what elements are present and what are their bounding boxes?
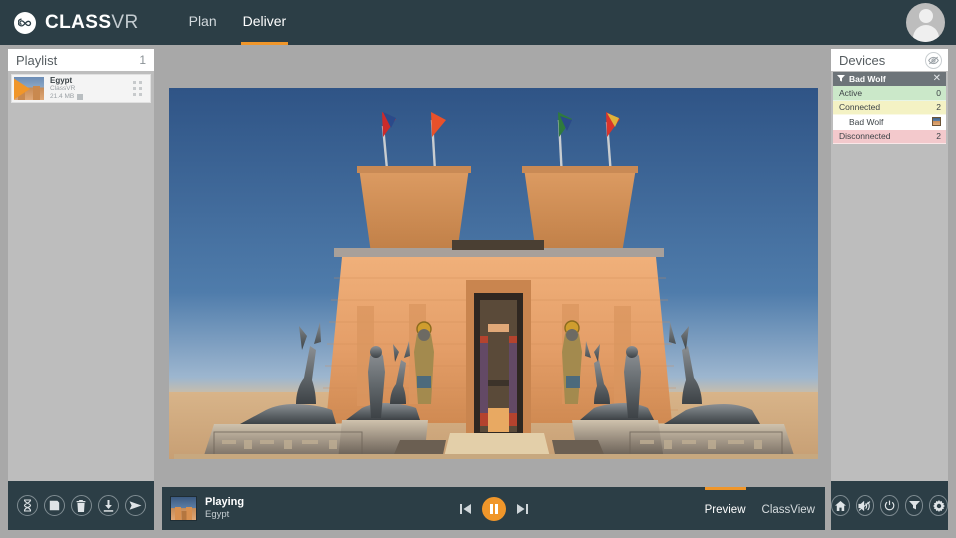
device-row-label: Bad Wolf (849, 116, 884, 127)
play-icon[interactable] (14, 77, 30, 100)
funnel-icon[interactable] (837, 74, 845, 84)
classvr-app: CLASSVR Plan Deliver Playlist 1 Egypt Cl… (0, 0, 956, 538)
drag-handle-icon[interactable] (128, 81, 146, 96)
viewer-panel: Playing Egypt Preview ClassView (162, 49, 825, 530)
device-group-header: Bad Wolf ✕ (833, 72, 946, 86)
player-title: Egypt (205, 509, 230, 520)
playlist-item-size-row: 21.4 MB (50, 93, 128, 101)
pause-button[interactable] (481, 496, 506, 521)
temple-illustration (173, 112, 818, 459)
send-icon[interactable] (124, 495, 146, 516)
device-group-name: Bad Wolf (849, 74, 886, 84)
playlist-title: Playlist (16, 52, 58, 68)
close-icon[interactable]: ✕ (933, 74, 941, 84)
filter-icon[interactable] (904, 495, 924, 516)
player-tabs: Preview ClassView (689, 487, 815, 530)
scene-stage[interactable] (169, 88, 818, 459)
device-row-connected[interactable]: Connected 2 (833, 100, 946, 115)
nav-item-deliver[interactable]: Deliver (240, 0, 289, 45)
power-icon[interactable] (880, 495, 899, 516)
playlist-header: Playlist 1 (8, 49, 154, 71)
playlist-toolbar (8, 481, 154, 530)
mute-icon[interactable] (855, 495, 875, 516)
playlist-item-source: ClassVR (50, 85, 76, 92)
player-status: Playing (205, 496, 245, 508)
egypt-temple-scene (173, 88, 818, 459)
playlist-item-name: Egypt (50, 76, 73, 85)
playlist-item-thumbnail (14, 77, 44, 100)
thumb-pylon-right (33, 86, 40, 100)
app-header: CLASSVR Plan Deliver (0, 0, 956, 45)
devices-header: Devices (831, 49, 948, 71)
brand-bold: CLASS (45, 11, 112, 33)
save-icon[interactable] (43, 495, 65, 516)
device-row-label: Connected (839, 102, 881, 113)
player-controls (459, 496, 528, 521)
settings-icon[interactable] (929, 495, 948, 516)
player-info: Playing Egypt (205, 496, 244, 521)
playlist-count: 1 (139, 53, 146, 67)
nav-item-plan[interactable]: Plan (187, 0, 219, 45)
avatar-body (912, 25, 939, 42)
playlist-item-meta: Egypt ClassVR 21.4 MB (50, 76, 128, 101)
tab-preview[interactable]: Preview (704, 487, 746, 530)
device-row-bad-wolf[interactable]: Bad Wolf (833, 115, 946, 130)
player-bar: Playing Egypt Preview ClassView (162, 487, 825, 530)
previous-button[interactable] (459, 503, 472, 515)
device-row-value: 0 (936, 87, 941, 98)
home-icon[interactable] (831, 495, 850, 516)
main-nav: Plan Deliver (187, 0, 311, 45)
anubis-statue-right (663, 322, 760, 424)
player-thumb-door (181, 511, 186, 520)
device-row-disconnected[interactable]: Disconnected 2 (833, 129, 946, 144)
devices-title: Devices (839, 52, 886, 68)
timer-icon[interactable] (16, 495, 38, 516)
delete-icon[interactable] (70, 495, 92, 516)
playlist-panel: Playlist 1 Egypt ClassVR 21.4 MB (8, 49, 154, 530)
infinity-icon (14, 11, 36, 34)
player-thumbnail (170, 496, 197, 521)
anubis-statue-left (239, 322, 336, 424)
tab-classview[interactable]: ClassView (762, 487, 815, 530)
scene-viewer (162, 49, 825, 487)
brand-wordmark: CLASSVR (45, 12, 139, 34)
device-row-active[interactable]: Active 0 (833, 86, 946, 101)
flag-2 (430, 112, 446, 137)
brand-logo[interactable]: CLASSVR (14, 11, 139, 34)
next-button[interactable] (516, 503, 528, 515)
list-item[interactable]: Egypt ClassVR 21.4 MB (11, 74, 151, 103)
media-type-icon (77, 94, 84, 100)
player-thumb-pylon-right (186, 507, 192, 520)
device-row-label: Disconnected (839, 131, 891, 142)
download-icon[interactable] (97, 495, 119, 516)
eye-off-icon[interactable] (925, 51, 942, 69)
device-group-label: Bad Wolf (837, 74, 886, 84)
devices-list-empty-area (831, 144, 948, 474)
avatar[interactable] (906, 3, 945, 42)
device-row-value: 2 (936, 131, 941, 142)
devices-panel: Devices Bad Wolf ✕ Active 0 Connected 2 … (831, 49, 948, 530)
avatar-head (918, 9, 933, 23)
brand-light: VR (111, 11, 139, 33)
device-screen-thumbnail (932, 117, 941, 127)
playlist-item-size: 21.4 MB (50, 93, 75, 100)
device-row-value: 2 (936, 102, 941, 113)
devices-toolbar (831, 481, 948, 530)
device-row-label: Active (839, 87, 863, 98)
playlist-items: Egypt ClassVR 21.4 MB (8, 71, 154, 471)
